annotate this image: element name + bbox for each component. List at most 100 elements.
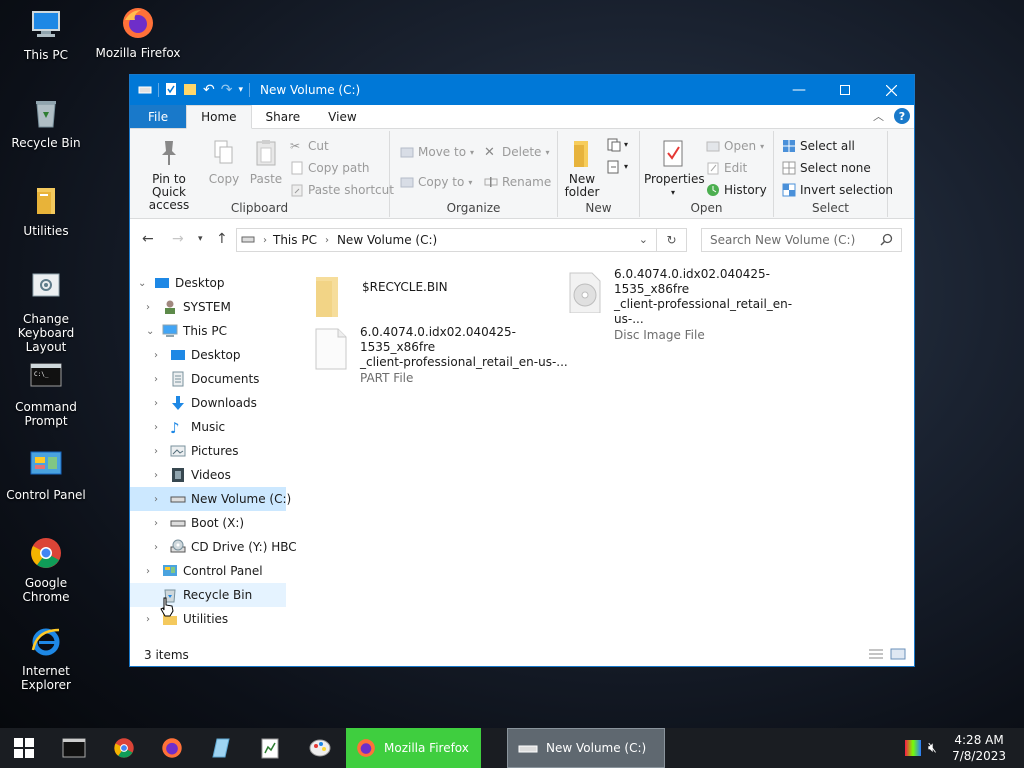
breadcrumb-this-pc[interactable]: This PC [273,233,317,247]
invert-selection-button[interactable]: Invert selection [782,183,893,197]
taskbar-app-paint[interactable] [296,728,344,768]
move-to-button[interactable]: Move to ▾ [400,145,474,159]
search-input[interactable]: Search New Volume (C:) [701,228,902,252]
copy-path-button[interactable]: Copy path [290,161,370,175]
tree-item-pictures[interactable]: › Pictures [130,439,286,463]
properties-button[interactable]: Properties ▾ [644,139,705,199]
desktop-icon-utilities[interactable]: Utilities [0,184,92,238]
tree-item-system[interactable]: › SYSTEM [130,295,286,319]
tree-item-new-volume[interactable]: › New Volume (C:) [130,487,291,511]
redo-icon[interactable]: ↷ [221,82,233,98]
back-arrow-icon[interactable]: ← [142,231,154,247]
tree-item-utilities[interactable]: › Utilities [130,607,286,631]
taskbar-task-firefox[interactable]: Mozilla Firefox [346,728,481,768]
taskbar-firefox[interactable] [148,728,196,768]
easy-access-button[interactable]: ▾ [606,159,628,174]
tab-home[interactable]: Home [186,105,252,129]
delete-button[interactable]: ✕ Delete ▾ [484,145,549,160]
desktop-icon-this-pc[interactable]: This PC [0,8,92,62]
edit-button[interactable]: Edit [706,161,747,175]
address-bar[interactable]: › This PC › New Volume (C:) ⌄ [236,228,657,252]
volume-muted-icon[interactable]: 🔇︎ [928,740,937,756]
chevron-right-icon[interactable]: › [154,494,158,505]
chevron-right-icon[interactable]: › [154,350,158,361]
tree-item-desktop-root[interactable]: ⌄ Desktop [130,271,286,295]
chevron-right-icon[interactable]: › [146,614,150,625]
taskbar-command-prompt[interactable] [50,728,98,768]
customize-qat-icon[interactable]: ▾ [238,85,243,95]
chevron-right-icon[interactable]: › [154,446,158,457]
details-view-icon[interactable] [868,648,884,663]
chevron-right-icon[interactable]: › [154,374,158,385]
forward-arrow-icon[interactable]: → [172,231,184,247]
select-none-button[interactable]: Select none [782,161,871,175]
desktop-icon-firefox[interactable]: Mozilla Firefox [92,6,184,60]
taskbar-app-notepad[interactable] [196,728,244,768]
chevron-right-icon[interactable]: › [154,518,158,529]
new-item-button[interactable]: ▾ [606,137,628,152]
desktop-icon-chrome[interactable]: Google Chrome [0,536,92,604]
tree-item-cd-drive[interactable]: › CD Drive (Y:) HBC [130,535,297,559]
desktop-icon-keyboard-layout[interactable]: Change Keyboard Layout [0,272,92,354]
select-all-button[interactable]: Select all [782,139,855,153]
undo-icon[interactable]: ↶ [203,82,215,98]
file-item-part-file[interactable]: 6.0.4074.0.idx02.040425-1535_x86fre _cli… [314,325,574,385]
maximize-button[interactable] [822,75,868,105]
chevron-right-icon[interactable]: › [154,422,158,433]
address-dropdown-icon[interactable]: ⌄ [639,233,648,246]
breadcrumb-new-volume[interactable]: New Volume (C:) [337,233,437,247]
file-item-recycle-bin-folder[interactable]: $RECYCLE.BIN [314,275,544,323]
chevron-right-icon[interactable]: › [154,542,158,553]
large-icons-view-icon[interactable] [890,648,906,663]
help-icon[interactable]: ? [894,108,910,124]
chevron-right-icon[interactable]: › [146,302,150,313]
tree-item-documents[interactable]: › Documents [130,367,286,391]
copy-to-button[interactable]: Copy to ▾ [400,175,472,189]
chevron-right-icon[interactable]: › [154,470,158,481]
tree-item-desktop[interactable]: › Desktop [130,343,286,367]
taskbar-task-explorer[interactable]: New Volume (C:) [507,728,665,768]
tree-item-boot[interactable]: › Boot (X:) [130,511,286,535]
window-title: New Volume (C:) [260,83,361,97]
copy-button[interactable]: Copy [206,139,242,186]
up-arrow-icon[interactable]: ↑ [216,231,228,247]
chevron-right-icon[interactable]: › [154,398,158,409]
open-button[interactable]: Open ▾ [706,139,764,153]
tab-view[interactable]: View [314,105,370,128]
desktop-icon-command-prompt[interactable]: C:\_ Command Prompt [0,360,92,428]
start-button[interactable] [0,728,48,768]
chevron-down-icon[interactable]: ⌄ [146,326,154,337]
collapse-ribbon-icon[interactable]: ︿ [873,108,884,124]
refresh-button[interactable]: ↻ [657,228,687,252]
desktop-icon-control-panel[interactable]: Control Panel [0,448,92,502]
desktop-icon-internet-explorer[interactable]: Internet Explorer [0,624,92,692]
cut-button[interactable]: ✂ Cut [290,139,329,153]
system-clock[interactable]: 4:28 AM 7/8/2023 [952,732,1006,764]
tree-item-recycle-bin[interactable]: Recycle Bin [130,583,286,607]
chevron-down-icon[interactable]: ⌄ [138,278,146,289]
taskbar-app-chart[interactable] [246,728,294,768]
paste-button[interactable]: Paste [246,139,286,186]
close-button[interactable] [868,75,914,105]
paste-shortcut-button[interactable]: Paste shortcut [290,183,394,197]
minimize-button[interactable]: — [776,75,822,105]
new-folder-button[interactable]: New folder [564,139,600,199]
tab-share[interactable]: Share [252,105,315,128]
tree-item-videos[interactable]: › Videos [130,463,286,487]
file-item-disc-image[interactable]: 6.0.4074.0.idx02.040425-1535_x86fre _cli… [568,267,818,342]
tree-item-this-pc[interactable]: ⌄ This PC [130,319,286,343]
rename-button[interactable]: Rename [484,175,551,189]
desktop-icon-recycle-bin[interactable]: Recycle Bin [0,96,92,150]
properties-qat-icon[interactable] [165,82,177,99]
recent-locations-icon[interactable]: ▾ [198,234,203,244]
tree-item-control-panel[interactable]: › Control Panel [130,559,286,583]
title-bar[interactable]: ↶ ↷ ▾ New Volume (C:) — [130,75,914,105]
tree-item-music[interactable]: › ♪ Music [130,415,286,439]
taskbar-chrome[interactable] [100,728,148,768]
history-button[interactable]: History [706,183,767,197]
tree-item-downloads[interactable]: › Downloads [130,391,286,415]
tab-file[interactable]: File [130,105,187,128]
color-settings-tray-icon[interactable] [905,740,921,759]
new-folder-qat-icon[interactable] [183,82,197,99]
chevron-right-icon[interactable]: › [146,566,150,577]
